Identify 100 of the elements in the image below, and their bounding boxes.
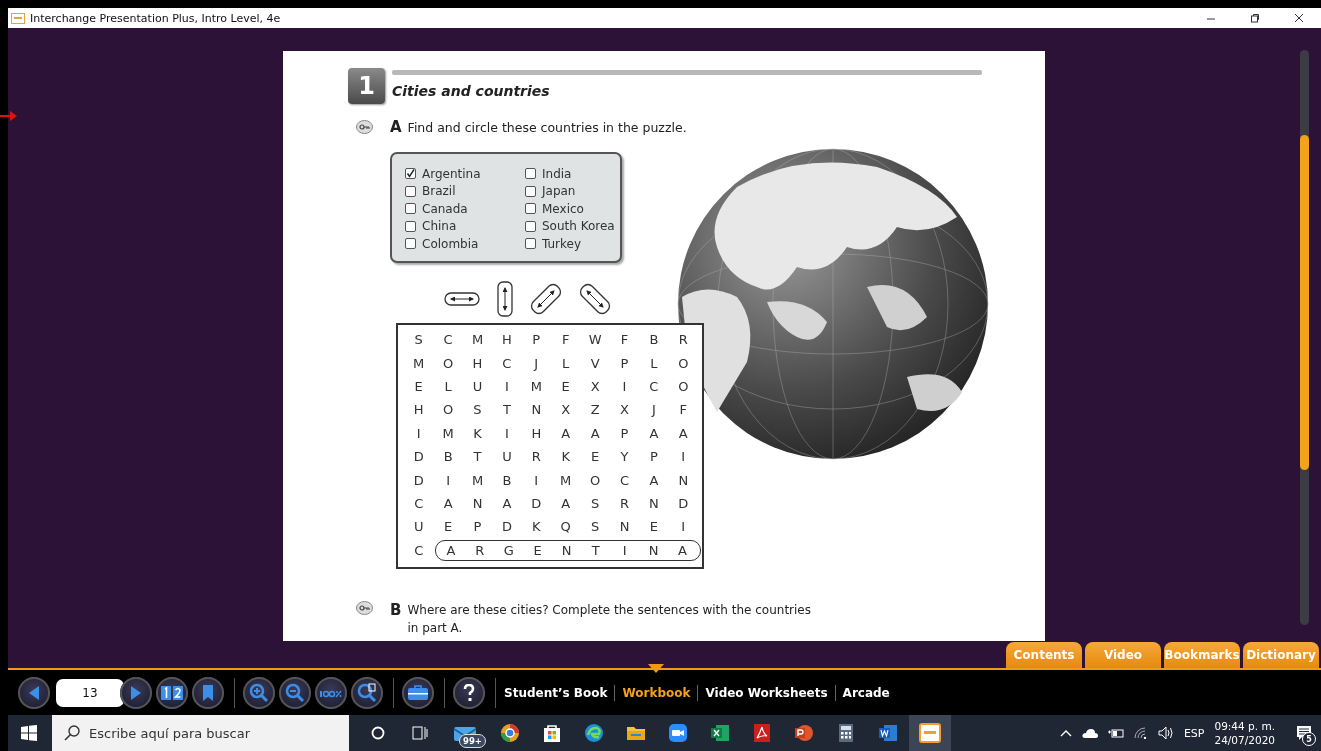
fit-page-button[interactable] (351, 676, 383, 709)
puzzle-letter: X (589, 378, 601, 396)
window-title: Interchange Presentation Plus, Intro Level, 4e (30, 11, 282, 25)
question-mark-icon (463, 683, 475, 702)
zoom-in-button[interactable] (243, 676, 275, 709)
book-link[interactable]: Workbook (622, 685, 691, 700)
book-link[interactable]: Video Worksheets (705, 685, 828, 700)
puzzle-letter: C (413, 541, 425, 560)
app-icon (11, 12, 25, 24)
actual-size-button[interactable] (315, 676, 347, 709)
puzzle-letter: K (472, 424, 483, 443)
clock-date[interactable]: 24/07/2020 (1214, 733, 1275, 747)
cloud-icon (1081, 728, 1098, 738)
notification-count: 5 (1302, 732, 1316, 746)
input-language[interactable]: ESP (1183, 726, 1205, 740)
zoom-out-button[interactable] (279, 676, 311, 709)
puzzle-letter: A (589, 424, 601, 443)
puzzle-letter: R (677, 331, 689, 350)
puzzle-letter: R (618, 495, 630, 513)
two-page-view-button[interactable] (156, 676, 188, 709)
checkbox[interactable] (405, 185, 416, 197)
puzzle-letter: A (677, 424, 689, 443)
spreadsheet-icon (710, 723, 730, 743)
zoom-out-icon (285, 682, 305, 703)
key-icon[interactable] (356, 601, 373, 615)
puzzle-letter: P (648, 448, 659, 467)
checkbox[interactable] (525, 220, 536, 232)
part-letter: A (390, 118, 402, 136)
book-link[interactable]: Student’s Book (504, 685, 608, 700)
puzzle-letter: E (443, 518, 454, 537)
puzzle-letter: N (560, 541, 573, 560)
checkbox[interactable] (525, 203, 536, 215)
puzzle-letter: E (413, 378, 424, 396)
toolbox-icon (407, 684, 429, 701)
book-link[interactable]: Arcade (842, 685, 890, 700)
puzzle-letter: C (442, 331, 454, 350)
checkbox[interactable] (405, 168, 416, 180)
app-logo-icon (919, 723, 941, 743)
puzzle-letter: M (559, 471, 573, 490)
mail-app-button[interactable]: 99+ (441, 715, 489, 751)
country-label: China (422, 219, 457, 234)
bookmark-button[interactable] (192, 676, 224, 709)
scrollbar-track[interactable] (1300, 50, 1309, 625)
presentation-plus-button[interactable] (909, 715, 951, 751)
key-icon[interactable] (356, 120, 373, 134)
puzzle-letter: C (648, 378, 660, 396)
puzzle-letter: P (619, 354, 630, 373)
puzzle-letter: D (530, 495, 543, 513)
puzzle-letter: M (470, 471, 485, 490)
toolbox-button[interactable] (402, 676, 434, 709)
puzzle-letter: J (532, 354, 540, 373)
help-button[interactable] (453, 676, 485, 709)
puzzle-letter: P (472, 518, 483, 537)
calculator-icon (836, 723, 856, 743)
puzzle-letter: H (501, 331, 513, 350)
right-triangle-icon (129, 684, 143, 701)
puzzle-letter: I (680, 518, 687, 537)
puzzle-letter: N (647, 541, 660, 560)
presentation-icon (794, 723, 814, 743)
checkbox[interactable] (525, 238, 536, 250)
checkbox[interactable] (525, 168, 536, 180)
puzzle-letter: A (560, 495, 572, 513)
circle-icon (371, 726, 385, 740)
puzzle-letter: C (618, 471, 631, 490)
two-pages-icon (161, 685, 183, 700)
zoom-in-icon (249, 682, 269, 703)
puzzle-letter: V (589, 354, 601, 373)
puzzle-letter: D (677, 495, 690, 513)
puzzle-letter: E (532, 541, 543, 560)
left-triangle-icon (27, 684, 41, 701)
restore-icon (1250, 13, 1260, 23)
scrollbar-thumb[interactable] (1300, 135, 1309, 470)
previous-page-button[interactable] (18, 676, 50, 709)
puzzle-letter: T (501, 401, 512, 420)
country-label: Canada (422, 201, 468, 216)
puzzle-letter: A (501, 495, 513, 513)
country-label: Turkey (542, 236, 582, 251)
checkbox[interactable] (405, 220, 416, 232)
page-number-field[interactable]: 13 (56, 678, 124, 707)
puzzle-letter: D (412, 471, 425, 490)
puzzle-letter: B (442, 448, 454, 467)
puzzle-letter: E (560, 378, 571, 396)
instruction-text: Where are these cities? Complete the sentences with the countries in part A. (407, 602, 812, 637)
puzzle-letter: S (589, 518, 601, 537)
puzzle-letter: L (443, 378, 453, 396)
puzzle-letter: N (618, 518, 631, 537)
clock-time[interactable]: 09:44 p. m. (1214, 719, 1275, 733)
puzzle-letter: O (441, 401, 455, 420)
checkbox[interactable] (525, 185, 536, 197)
puzzle-letter: S (413, 331, 424, 350)
puzzle-letter: L (561, 354, 571, 373)
checkbox[interactable] (405, 203, 416, 215)
puzzle-letter: O (677, 378, 690, 396)
checkbox[interactable] (405, 238, 416, 250)
task-view-icon (412, 726, 428, 740)
puzzle-letter: H (530, 424, 543, 443)
puzzle-letter: I (621, 541, 628, 560)
country-label: Japan (542, 184, 576, 199)
puzzle-letter: O (588, 471, 602, 490)
taskbar-search-field[interactable]: Escribe aquí para buscar (52, 715, 349, 751)
